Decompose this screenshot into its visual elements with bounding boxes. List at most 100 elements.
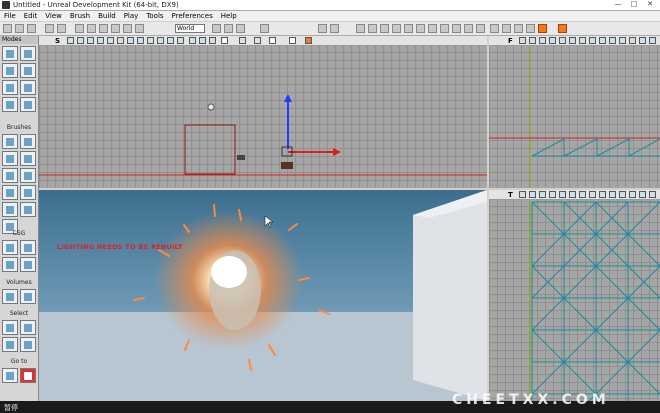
window-title: Untitled - Unreal Development Kit (64-bi…: [13, 1, 179, 9]
goto-builder-brush-icon[interactable]: [20, 368, 36, 383]
x-axis-arrow[interactable]: [333, 148, 341, 156]
curved-stair-brush-icon[interactable]: [2, 151, 18, 166]
mesh-paint-icon[interactable]: [20, 80, 36, 95]
static-mesh-icon[interactable]: [514, 24, 523, 33]
csg-deintersect-icon[interactable]: [20, 257, 36, 272]
orange-square-icon[interactable]: [558, 24, 567, 33]
move-mode-icon[interactable]: [20, 63, 36, 78]
scale-nonuniform-icon[interactable]: [135, 24, 144, 33]
content-browser-icon[interactable]: [356, 24, 365, 33]
coord-system-select[interactable]: World: [175, 24, 205, 33]
tetrahedron-brush-icon[interactable]: [20, 185, 36, 200]
menu-file[interactable]: File: [0, 12, 20, 20]
close-button[interactable]: ✕: [642, 0, 658, 9]
camera-speed-icon[interactable]: [236, 24, 245, 33]
select-icon[interactable]: [87, 24, 96, 33]
player-start-icon[interactable]: [237, 155, 245, 160]
menu-tools[interactable]: Tools: [142, 12, 167, 20]
foliage-mode-icon[interactable]: [20, 97, 36, 112]
orange-icon[interactable]: [538, 24, 547, 33]
layers-icon[interactable]: [440, 24, 449, 33]
viewport-perspective-scene: [39, 190, 487, 401]
landscape-mode-icon[interactable]: [2, 97, 18, 112]
brushes-label: Brushes: [6, 124, 32, 131]
world-properties-icon[interactable]: [416, 24, 425, 33]
hide-selected-icon[interactable]: [20, 337, 36, 352]
search-icon[interactable]: [75, 24, 84, 33]
viewport-perspective[interactable]: LIGHTING NEEDS TO BE REBUILT: [39, 190, 487, 401]
matinee-icon[interactable]: [380, 24, 389, 33]
visibility-icon[interactable]: [464, 24, 473, 33]
log-icon[interactable]: [392, 24, 401, 33]
volumetric-brush-icon[interactable]: [2, 202, 18, 217]
viewport-side[interactable]: F: [489, 36, 660, 188]
menu-play[interactable]: Play: [120, 12, 143, 20]
menu-view[interactable]: View: [41, 12, 66, 20]
material-icon[interactable]: [502, 24, 511, 33]
select-all-icon[interactable]: [2, 320, 18, 335]
lighting-icon[interactable]: [490, 24, 499, 33]
snap-icon[interactable]: [212, 24, 221, 33]
menu-bar: File Edit View Brush Build Play Tools Pr…: [0, 11, 660, 21]
particle-emitter-icon[interactable]: [281, 162, 293, 169]
maximize-button[interactable]: □: [626, 0, 642, 9]
play-in-viewport-icon[interactable]: [330, 24, 339, 33]
grid-snap-icon[interactable]: [224, 24, 233, 33]
scene-icon[interactable]: [428, 24, 437, 33]
viewport-top[interactable]: S: [39, 36, 487, 188]
translate-icon[interactable]: [99, 24, 108, 33]
cone-brush-icon[interactable]: [20, 134, 36, 149]
save-icon[interactable]: [27, 24, 36, 33]
z-axis-arrow[interactable]: [284, 94, 292, 102]
linear-stair-brush-icon[interactable]: [2, 168, 18, 183]
csg-add-icon[interactable]: [2, 240, 18, 255]
csg-subtract-icon[interactable]: [20, 240, 36, 255]
volumes-label: Volumes: [6, 279, 32, 286]
geometry-mode-icon[interactable]: [20, 46, 36, 61]
terrain-mode-icon[interactable]: [2, 63, 18, 78]
scale-icon[interactable]: [123, 24, 132, 33]
rotate-icon[interactable]: [111, 24, 120, 33]
udk-app-icon: [2, 1, 10, 9]
menu-preferences[interactable]: Preferences: [168, 12, 217, 20]
groups-icon[interactable]: [452, 24, 461, 33]
lock-icon[interactable]: [476, 24, 485, 33]
add-volume-icon[interactable]: [2, 289, 18, 304]
texture-mode-icon[interactable]: [2, 80, 18, 95]
csg-intersect-icon[interactable]: [2, 257, 18, 272]
sound-icon[interactable]: [526, 24, 535, 33]
viewport-front-scene: [529, 200, 660, 401]
menu-edit[interactable]: Edit: [20, 12, 42, 20]
builder-brush-box: [184, 124, 236, 175]
undo-icon[interactable]: [45, 24, 54, 33]
sheet-brush-icon[interactable]: [2, 185, 18, 200]
minimize-button[interactable]: —: [610, 0, 626, 9]
menu-help[interactable]: Help: [217, 12, 241, 20]
menu-brush[interactable]: Brush: [66, 12, 94, 20]
goto-label: Go to: [10, 358, 28, 365]
select-label: Select: [9, 310, 29, 317]
csg-label: CSG: [12, 230, 26, 237]
play-icon[interactable]: [318, 24, 327, 33]
volume-list-icon[interactable]: [20, 289, 36, 304]
lattice-diagonal: [588, 329, 660, 401]
deselect-icon[interactable]: [20, 320, 36, 335]
new-icon[interactable]: [3, 24, 12, 33]
properties-icon[interactable]: [404, 24, 413, 33]
sphere-brush-icon[interactable]: [20, 202, 36, 217]
cube-brush-icon[interactable]: [2, 134, 18, 149]
build-icon[interactable]: [260, 24, 269, 33]
redo-icon[interactable]: [57, 24, 66, 33]
camera-mode-icon[interactable]: [2, 46, 18, 61]
goto-actor-icon[interactable]: [2, 368, 18, 383]
menu-build[interactable]: Build: [94, 12, 120, 20]
spiral-stair-brush-icon[interactable]: [20, 168, 36, 183]
open-icon[interactable]: [15, 24, 24, 33]
kismet-icon[interactable]: [368, 24, 377, 33]
viewport-front[interactable]: T: [489, 190, 660, 401]
select-actors-icon[interactable]: [2, 337, 18, 352]
wireframe-mesh: [531, 138, 660, 157]
cylinder-brush-icon[interactable]: [20, 151, 36, 166]
light-actor-icon[interactable]: [207, 103, 215, 111]
wireframe-lattice: [531, 201, 660, 401]
